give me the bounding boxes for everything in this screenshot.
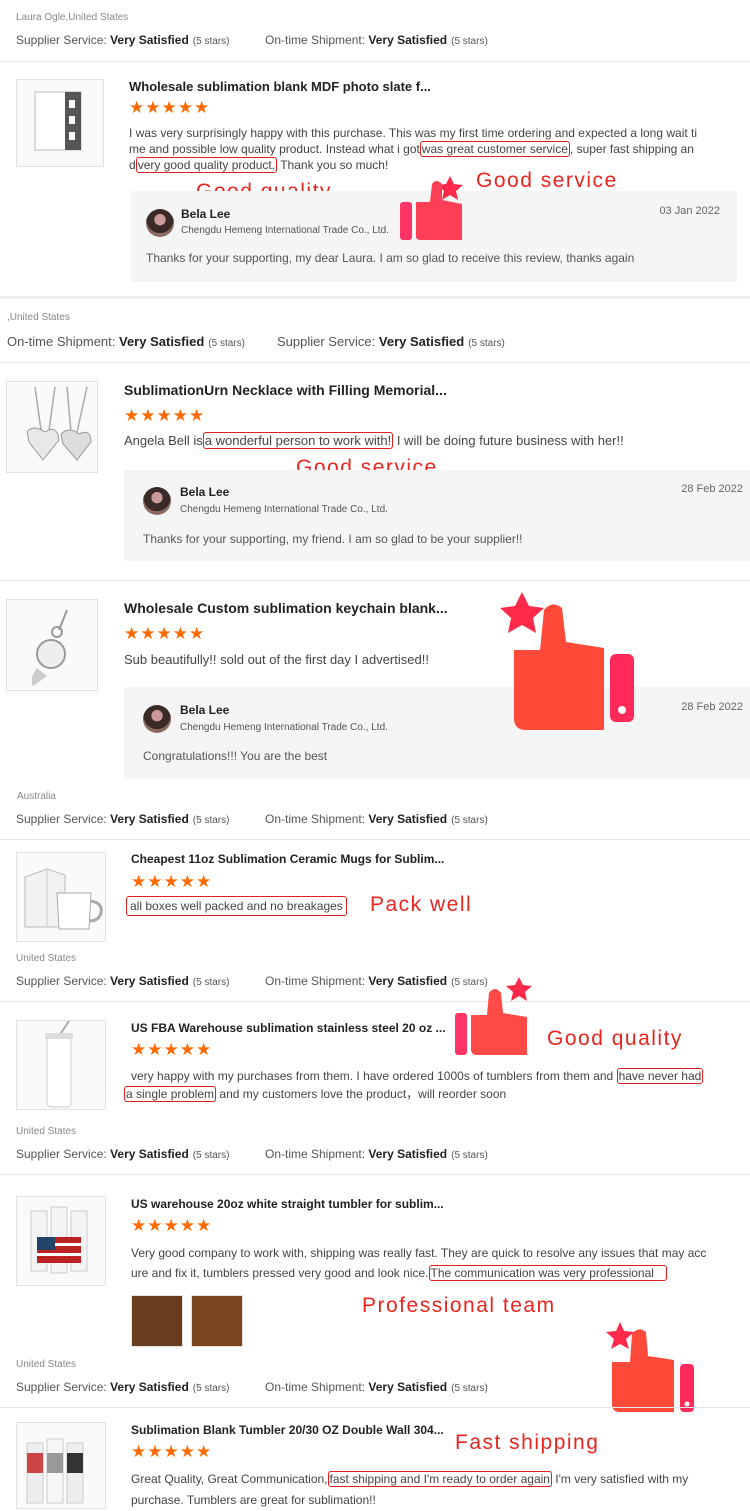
reply-company: Chengdu Hemeng International Trade Co., … xyxy=(181,225,389,236)
avatar xyxy=(146,209,174,237)
product-title[interactable]: US FBA Warehouse sublimation stainless s… xyxy=(131,1021,446,1035)
shipment-rating: On-time Shipment: Very Satisfied (5 stars… xyxy=(7,334,245,349)
avatar xyxy=(143,705,171,733)
callout-fast-shipping: Fast shipping xyxy=(455,1431,600,1454)
rating-stars: ★★★★★ xyxy=(131,1442,213,1461)
shipment-rating: On-time Shipment: Very Satisfied (5 stars… xyxy=(265,1380,488,1394)
product-title[interactable]: Cheapest 11oz Sublimation Ceramic Mugs f… xyxy=(131,852,444,866)
reply-company: Chengdu Hemeng International Trade Co., … xyxy=(180,722,388,733)
reply-text: Thanks for your supporting, my dear Laur… xyxy=(146,251,635,265)
seller-reply: Bela Lee Chengdu Hemeng International Tr… xyxy=(124,687,750,779)
thumbs-up-icon xyxy=(453,975,537,1064)
product-title[interactable]: Sublimation Blank Tumbler 20/30 OZ Doubl… xyxy=(131,1423,444,1437)
supplier-service-rating: Supplier Service: Very Satisfied (5 stars… xyxy=(16,1147,230,1161)
reviewer-location: United States xyxy=(16,1359,77,1370)
review-text: all boxes well packed and no breakages xyxy=(126,896,347,916)
review-photo[interactable] xyxy=(131,1295,183,1347)
rating-stars: ★★★★★ xyxy=(129,98,211,117)
reviewer-location: Laura Ogle,United States xyxy=(16,12,129,23)
shipment-rating: On-time Shipment: Very Satisfied (5 stars… xyxy=(265,812,488,826)
rating-stars: ★★★★★ xyxy=(124,406,206,425)
review-text: very happy with my purchases from them. … xyxy=(124,1068,704,1102)
supplier-service-rating: Supplier Service: Very Satisfied (5 stars… xyxy=(16,812,230,826)
shipment-rating: On-time Shipment: Very Satisfied (5 stars… xyxy=(265,33,488,47)
reviewer-location: United States xyxy=(16,1126,77,1137)
reply-name: Bela Lee xyxy=(180,485,230,499)
supplier-service-rating: Supplier Service: Very Satisfied (5 stars… xyxy=(277,334,505,349)
product-title[interactable]: Wholesale Custom sublimation keychain bl… xyxy=(124,600,448,616)
rating-stars: ★★★★★ xyxy=(131,872,213,891)
rating-stars: ★★★★★ xyxy=(131,1216,213,1235)
callout-good-service: Good service xyxy=(476,169,618,192)
supplier-service-rating: Supplier Service: Very Satisfied (5 stars… xyxy=(16,1380,230,1394)
reply-company: Chengdu Hemeng International Trade Co., … xyxy=(180,504,388,515)
product-thumbnail[interactable] xyxy=(6,599,98,691)
product-title[interactable]: Wholesale sublimation blank MDF photo sl… xyxy=(129,79,431,94)
product-thumbnail[interactable] xyxy=(16,1020,106,1110)
supplier-service-rating: Supplier Service: Very Satisfied (5 stars… xyxy=(16,974,230,988)
review-photo[interactable] xyxy=(191,1295,243,1347)
reply-text: Congratulations!!! You are the best xyxy=(143,749,328,763)
review-text: Great Quality, Great Communication, fast … xyxy=(131,1471,689,1507)
product-thumbnail[interactable] xyxy=(16,1422,106,1509)
reviewer-location: ,United States xyxy=(7,312,70,323)
product-thumbnail[interactable] xyxy=(16,1196,106,1286)
supplier-service-rating: Supplier Service: Very Satisfied (5 stars… xyxy=(16,33,230,47)
reply-date: 28 Feb 2022 xyxy=(681,701,743,713)
seller-reply: Bela Lee Chengdu Hemeng International Tr… xyxy=(124,470,750,561)
product-thumbnail[interactable] xyxy=(6,381,98,473)
reply-date: 03 Jan 2022 xyxy=(659,205,720,217)
callout-good-quality: Good quality xyxy=(547,1027,683,1050)
shipment-rating: On-time Shipment: Very Satisfied (5 stars… xyxy=(265,1147,488,1161)
rating-stars: ★★★★★ xyxy=(131,1040,213,1059)
callout-professional-team: Professional team xyxy=(362,1294,556,1317)
thumbs-up-icon xyxy=(398,170,468,247)
reviewer-location: Australia xyxy=(17,791,56,802)
product-thumbnail[interactable] xyxy=(16,79,104,167)
callout-pack-well: Pack well xyxy=(370,893,473,916)
rating-stars: ★★★★★ xyxy=(124,624,206,643)
thumbs-up-icon xyxy=(500,590,640,745)
avatar xyxy=(143,487,171,515)
reply-name: Bela Lee xyxy=(180,703,230,717)
product-title[interactable]: SublimationUrn Necklace with Filling Mem… xyxy=(124,382,447,398)
product-title[interactable]: US warehouse 20oz white straight tumbler… xyxy=(131,1197,444,1211)
reply-name: Bela Lee xyxy=(181,207,231,221)
review-text: Very good company to work with, shipping… xyxy=(131,1246,707,1281)
review-text: I was very surprisingly happy with this … xyxy=(129,126,698,173)
review-text: Angela Bell is a wonderful person to work… xyxy=(124,432,624,449)
reviewer-location: United States xyxy=(16,953,77,964)
product-thumbnail[interactable] xyxy=(16,852,106,942)
reply-date: 28 Feb 2022 xyxy=(681,483,743,495)
review-text: Sub beautifully!! sold out of the first … xyxy=(124,652,429,667)
reply-text: Thanks for your supporting, my friend. I… xyxy=(143,532,523,546)
